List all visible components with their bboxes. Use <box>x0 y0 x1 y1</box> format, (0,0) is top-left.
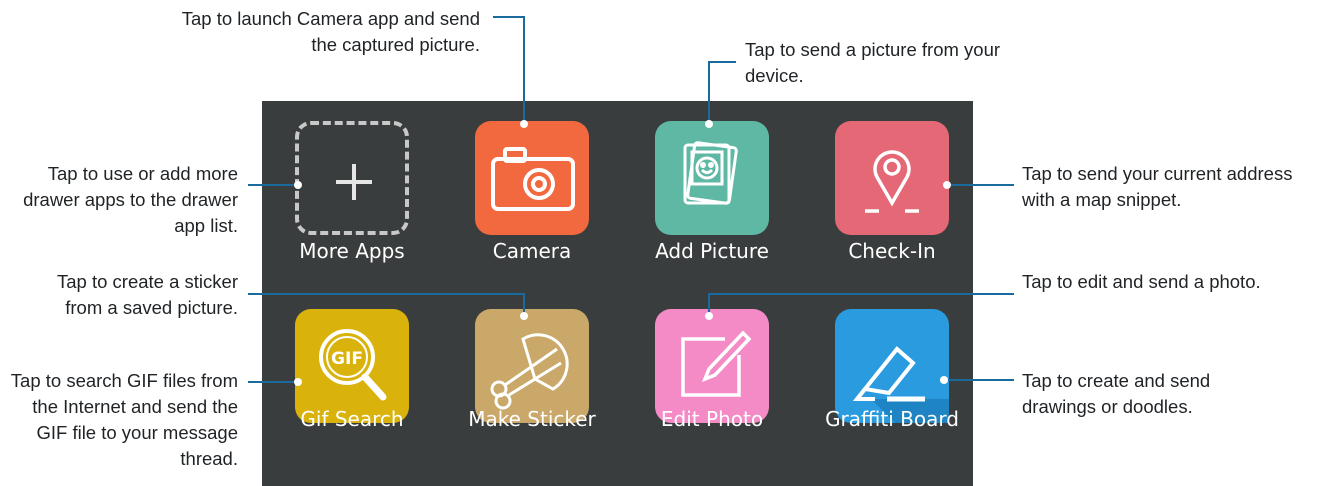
more-apps-callout: Tap to use or add more drawer apps to th… <box>23 163 238 236</box>
map-pin-icon <box>835 121 949 235</box>
graffiti-board-callout: Tap to create and send drawings or doodl… <box>1022 370 1211 417</box>
picture-stack-icon <box>655 121 769 235</box>
add-picture-callout: Tap to send a picture from your device. <box>745 39 1001 86</box>
svg-text:GIF: GIF <box>331 349 363 369</box>
camera-label: Camera <box>492 239 572 263</box>
camera-callout: Tap to launch Camera app and send the ca… <box>181 8 480 55</box>
edit-photo-label: Edit Photo <box>660 407 764 431</box>
plus-icon <box>295 121 409 235</box>
camera-icon <box>475 121 589 235</box>
check-in-label: Check-In <box>848 239 936 263</box>
gif-search-label: Gif Search <box>300 407 404 431</box>
make-sticker-callout: Tap to create a sticker from a saved pic… <box>57 271 238 318</box>
graffiti-board-label: Graffiti Board <box>825 407 959 431</box>
more-apps-label: More Apps <box>299 239 405 263</box>
gif-search-callout: Tap to search GIF files from the Interne… <box>10 370 238 469</box>
drawer-apps-panel: More Apps Camera Add Picture Check-In GI… <box>262 101 973 486</box>
add-picture-label: Add Picture <box>655 239 769 263</box>
make-sticker-label: Make Sticker <box>468 407 596 431</box>
edit-photo-callout: Tap to edit and send a photo. <box>1022 271 1261 292</box>
check-in-callout: Tap to send your current address with a … <box>1022 163 1293 210</box>
